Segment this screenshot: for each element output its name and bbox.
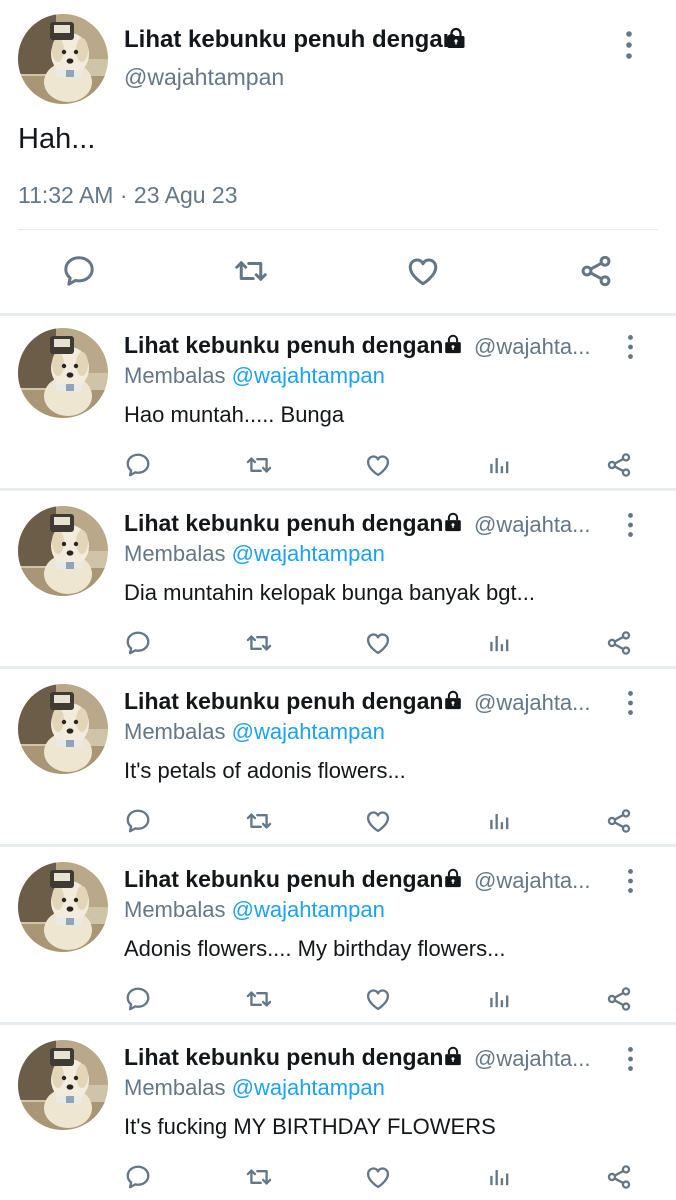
username[interactable]: @wajahta... bbox=[474, 868, 602, 894]
replying-prefix: Membalas bbox=[124, 719, 226, 744]
share-icon[interactable] bbox=[605, 985, 633, 1013]
replying-prefix: Membalas bbox=[124, 1075, 226, 1100]
like-icon[interactable] bbox=[364, 807, 392, 835]
mention-link[interactable]: @wajahtampan bbox=[232, 897, 385, 922]
display-name[interactable]: Lihat kebunku penuh dengan bbox=[124, 510, 443, 537]
tweet-text: It's fucking MY BIRTHDAY FLOWERS bbox=[124, 1114, 496, 1139]
username[interactable]: @wajahta... bbox=[474, 512, 602, 538]
reply-tweet[interactable]: Lihat kebunku penuh dengan @wajahta... M… bbox=[0, 1030, 676, 1200]
retweet-icon[interactable] bbox=[245, 807, 273, 835]
reply-tweet[interactable]: Lihat kebunku penuh dengan @wajahta... M… bbox=[0, 318, 676, 493]
tweet-timestamp[interactable]: 11:32 AM · 23 Agu 23 bbox=[18, 182, 238, 209]
username[interactable]: @wajahta... bbox=[474, 690, 602, 716]
avatar-image bbox=[18, 1040, 108, 1130]
avatar[interactable] bbox=[18, 506, 108, 596]
replying-to: Membalas @wajahtampan bbox=[124, 1075, 385, 1101]
share-icon[interactable] bbox=[578, 253, 614, 289]
reply-icon[interactable] bbox=[124, 985, 152, 1013]
reply-icon[interactable] bbox=[124, 451, 152, 479]
username[interactable]: @wajahtampan bbox=[124, 64, 284, 91]
avatar-image bbox=[18, 14, 108, 104]
reply-tweet[interactable]: Lihat kebunku penuh dengan @wajahta... M… bbox=[0, 674, 676, 849]
stats-icon[interactable] bbox=[485, 985, 513, 1013]
divider bbox=[0, 488, 676, 491]
replying-prefix: Membalas bbox=[124, 897, 226, 922]
like-icon[interactable] bbox=[364, 629, 392, 657]
retweet-icon[interactable] bbox=[245, 985, 273, 1013]
replying-to: Membalas @wajahtampan bbox=[124, 897, 385, 923]
display-name[interactable]: Lihat kebunku penuh dengan bbox=[124, 26, 457, 54]
divider bbox=[0, 666, 676, 669]
divider bbox=[0, 313, 676, 316]
username[interactable]: @wajahta... bbox=[474, 1046, 602, 1072]
display-name[interactable]: Lihat kebunku penuh dengan bbox=[124, 866, 443, 893]
lock-icon bbox=[442, 689, 464, 711]
share-icon[interactable] bbox=[605, 451, 633, 479]
more-options-icon[interactable] bbox=[626, 868, 635, 894]
display-name[interactable]: Lihat kebunku penuh dengan bbox=[124, 688, 443, 715]
lock-icon bbox=[442, 333, 464, 355]
stats-icon[interactable] bbox=[485, 451, 513, 479]
avatar-image bbox=[18, 328, 108, 418]
more-options-icon[interactable] bbox=[626, 690, 635, 716]
like-icon[interactable] bbox=[364, 985, 392, 1013]
avatar-image bbox=[18, 862, 108, 952]
tweet-text: It's petals of adonis flowers... bbox=[124, 758, 406, 783]
lock-icon bbox=[444, 26, 468, 50]
stats-icon[interactable] bbox=[485, 629, 513, 657]
share-icon[interactable] bbox=[605, 1163, 633, 1191]
lock-icon bbox=[442, 511, 464, 533]
more-options-icon[interactable] bbox=[626, 1046, 635, 1072]
avatar[interactable] bbox=[18, 14, 108, 104]
replying-to: Membalas @wajahtampan bbox=[124, 363, 385, 389]
retweet-icon[interactable] bbox=[233, 253, 269, 289]
avatar-image bbox=[18, 684, 108, 774]
reply-icon[interactable] bbox=[124, 629, 152, 657]
display-name[interactable]: Lihat kebunku penuh dengan bbox=[124, 332, 443, 359]
main-tweet: Lihat kebunku penuh dengan @wajahtampan … bbox=[0, 0, 676, 315]
mention-link[interactable]: @wajahtampan bbox=[232, 1075, 385, 1100]
reply-icon[interactable] bbox=[124, 807, 152, 835]
tweet-text: Hao muntah..... Bunga bbox=[124, 402, 345, 427]
retweet-icon[interactable] bbox=[245, 451, 273, 479]
like-icon[interactable] bbox=[364, 1163, 392, 1191]
stats-icon[interactable] bbox=[485, 1163, 513, 1191]
tweet-text: Adonis flowers.... My birthday flowers..… bbox=[124, 936, 506, 961]
replying-prefix: Membalas bbox=[124, 541, 226, 566]
tweet-text: Hah... bbox=[18, 123, 96, 155]
avatar[interactable] bbox=[18, 328, 108, 418]
more-options-icon[interactable] bbox=[624, 30, 634, 60]
reply-tweet[interactable]: Lihat kebunku penuh dengan @wajahta... M… bbox=[0, 852, 676, 1027]
display-name[interactable]: Lihat kebunku penuh dengan bbox=[124, 1044, 443, 1071]
avatar-image bbox=[18, 506, 108, 596]
tweet-text: Dia muntahin kelopak bunga banyak bgt... bbox=[124, 580, 535, 605]
mention-link[interactable]: @wajahtampan bbox=[232, 363, 385, 388]
username[interactable]: @wajahta... bbox=[474, 334, 602, 360]
replying-prefix: Membalas bbox=[124, 363, 226, 388]
more-options-icon[interactable] bbox=[626, 334, 635, 360]
reply-icon[interactable] bbox=[61, 253, 97, 289]
replying-to: Membalas @wajahtampan bbox=[124, 719, 385, 745]
divider bbox=[18, 229, 658, 230]
replying-to: Membalas @wajahtampan bbox=[124, 541, 385, 567]
retweet-icon[interactable] bbox=[245, 629, 273, 657]
avatar[interactable] bbox=[18, 862, 108, 952]
stats-icon[interactable] bbox=[485, 807, 513, 835]
mention-link[interactable]: @wajahtampan bbox=[232, 541, 385, 566]
share-icon[interactable] bbox=[605, 629, 633, 657]
divider bbox=[0, 1022, 676, 1025]
avatar[interactable] bbox=[18, 1040, 108, 1130]
mention-link[interactable]: @wajahtampan bbox=[232, 719, 385, 744]
more-options-icon[interactable] bbox=[626, 512, 635, 538]
share-icon[interactable] bbox=[605, 807, 633, 835]
reply-tweet[interactable]: Lihat kebunku penuh dengan @wajahta... M… bbox=[0, 496, 676, 671]
lock-icon bbox=[442, 1045, 464, 1067]
retweet-icon[interactable] bbox=[245, 1163, 273, 1191]
divider bbox=[0, 844, 676, 847]
like-icon[interactable] bbox=[364, 451, 392, 479]
reply-icon[interactable] bbox=[124, 1163, 152, 1191]
avatar[interactable] bbox=[18, 684, 108, 774]
lock-icon bbox=[442, 867, 464, 889]
like-icon[interactable] bbox=[405, 253, 441, 289]
